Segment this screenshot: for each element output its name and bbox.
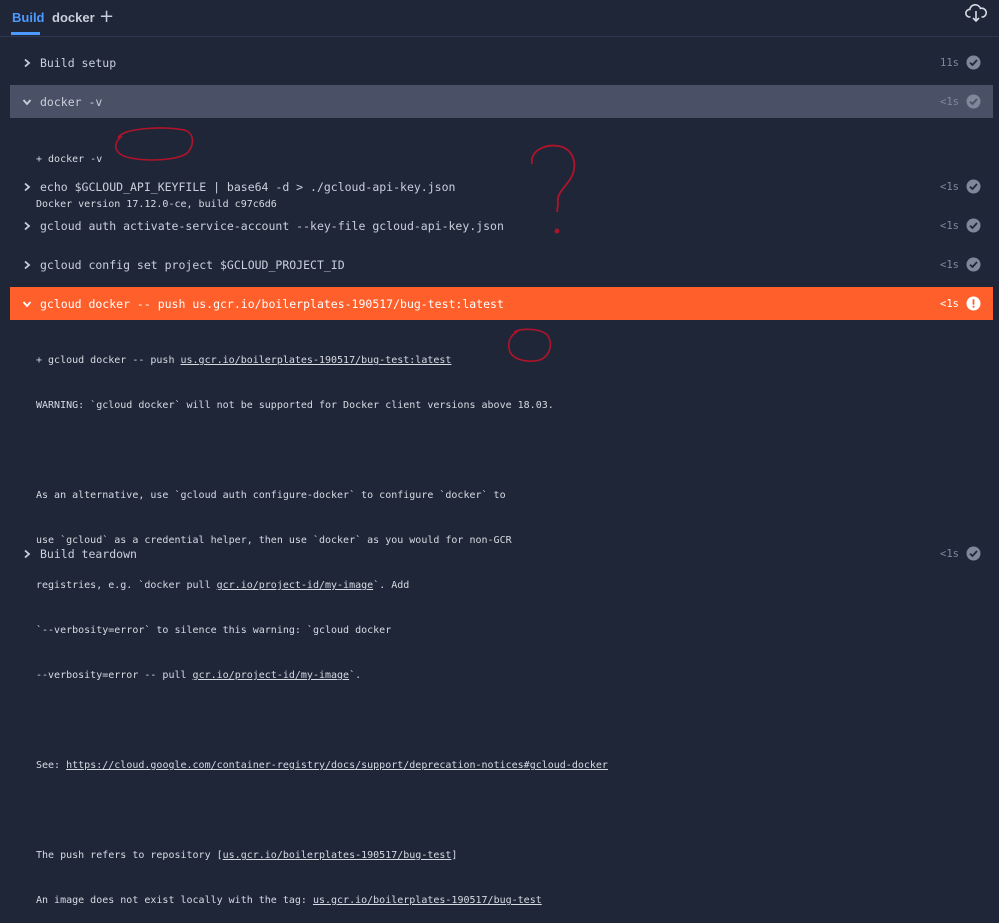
log-text: --verbosity=error -- pull (36, 670, 193, 681)
active-tab-indicator (11, 32, 40, 35)
tab-bar: Build docker + (0, 0, 999, 37)
log-text: `. (349, 670, 362, 681)
step-gcloud-config[interactable]: gcloud config set project $GCLOUD_PROJEC… (10, 248, 993, 281)
log-blank-line (36, 803, 608, 818)
tab-docker[interactable]: docker (52, 10, 95, 25)
step-duration: <1s (940, 180, 959, 193)
step-echo-keyfile[interactable]: echo $GCLOUD_API_KEYFILE | base64 -d > .… (10, 170, 993, 203)
log-text: `. Add (373, 580, 410, 591)
chevron-right-icon (18, 54, 36, 72)
chevron-right-icon (18, 217, 36, 235)
step-label: echo $GCLOUD_API_KEYFILE | base64 -d > .… (40, 179, 456, 194)
plus-icon[interactable]: + (99, 6, 114, 27)
step-duration: <1s (940, 258, 959, 271)
step-duration: <1s (940, 297, 959, 310)
log-line: --verbosity=error -- pull gcr.io/project… (36, 668, 608, 683)
log-text: + gcloud docker -- push (36, 355, 181, 366)
step-duration: <1s (940, 547, 959, 560)
log-blank-line (36, 443, 608, 458)
step-label: docker -v (40, 94, 103, 109)
log-link[interactable]: gcr.io/project-id/my-image (193, 670, 350, 681)
log-line: As an alternative, use `gcloud auth conf… (36, 490, 506, 501)
log-text: ] (451, 850, 458, 861)
step-label: gcloud docker -- push us.gcr.io/boilerpl… (40, 296, 504, 311)
step-label: Build teardown (40, 546, 137, 561)
step-label: gcloud config set project $GCLOUD_PROJEC… (40, 257, 345, 272)
log-gcloud-docker-push: + gcloud docker -- push us.gcr.io/boiler… (36, 323, 608, 923)
log-text: See: (36, 760, 67, 771)
chevron-down-icon (18, 93, 36, 111)
tab-build[interactable]: Build (12, 10, 45, 25)
cloud-download-icon[interactable] (965, 3, 987, 23)
log-text: An image does not exist locally with the… (36, 895, 313, 906)
chevron-down-icon (18, 295, 36, 313)
exclamation-circle-icon (966, 296, 981, 311)
log-blank-line (36, 713, 608, 728)
check-circle-icon (966, 546, 981, 561)
log-link[interactable]: https://cloud.google.com/container-regis… (66, 760, 608, 771)
log-link[interactable]: us.gcr.io/boilerplates-190517/bug-test:l… (181, 355, 452, 366)
step-duration: <1s (940, 95, 959, 108)
step-build-setup[interactable]: Build setup 11s (10, 46, 993, 79)
log-line: An image does not exist locally with the… (36, 893, 608, 908)
check-circle-icon (966, 257, 981, 272)
chevron-right-icon (18, 545, 36, 563)
step-gcloud-docker-push[interactable]: gcloud docker -- push us.gcr.io/boilerpl… (10, 287, 993, 320)
red-question-mark-annotation (531, 144, 576, 234)
chevron-right-icon (18, 178, 36, 196)
step-duration: 11s (940, 56, 959, 69)
step-build-teardown[interactable]: Build teardown <1s (10, 537, 993, 570)
step-gcloud-auth[interactable]: gcloud auth activate-service-account --k… (10, 209, 993, 242)
step-duration: <1s (940, 219, 959, 232)
red-circle-annotation-version (114, 127, 194, 161)
check-circle-icon (966, 55, 981, 70)
log-link[interactable]: us.gcr.io/boilerplates-190517/bug-test (223, 850, 452, 861)
check-circle-icon (966, 218, 981, 233)
log-line: The push refers to repository [us.gcr.io… (36, 848, 608, 863)
log-line: `--verbosity=error` to silence this warn… (36, 625, 392, 636)
log-line: See: https://cloud.google.com/container-… (36, 758, 608, 773)
log-text: The push refers to repository [ (36, 850, 223, 861)
check-circle-icon (966, 179, 981, 194)
log-link[interactable]: gcr.io/project-id/my-image (217, 580, 374, 591)
step-docker-version[interactable]: docker -v <1s (10, 85, 993, 118)
log-line: WARNING: `gcloud docker` will not be sup… (36, 400, 554, 411)
chevron-right-icon (18, 256, 36, 274)
log-link[interactable]: us.gcr.io/boilerplates-190517/bug-test (313, 895, 542, 906)
log-text: registries, e.g. `docker pull (36, 580, 217, 591)
step-label: Build setup (40, 55, 117, 70)
step-label: gcloud auth activate-service-account --k… (40, 218, 504, 233)
red-circle-annotation-version-limit (507, 328, 552, 362)
log-line: registries, e.g. `docker pull gcr.io/pro… (36, 578, 608, 593)
check-circle-icon (966, 94, 981, 109)
